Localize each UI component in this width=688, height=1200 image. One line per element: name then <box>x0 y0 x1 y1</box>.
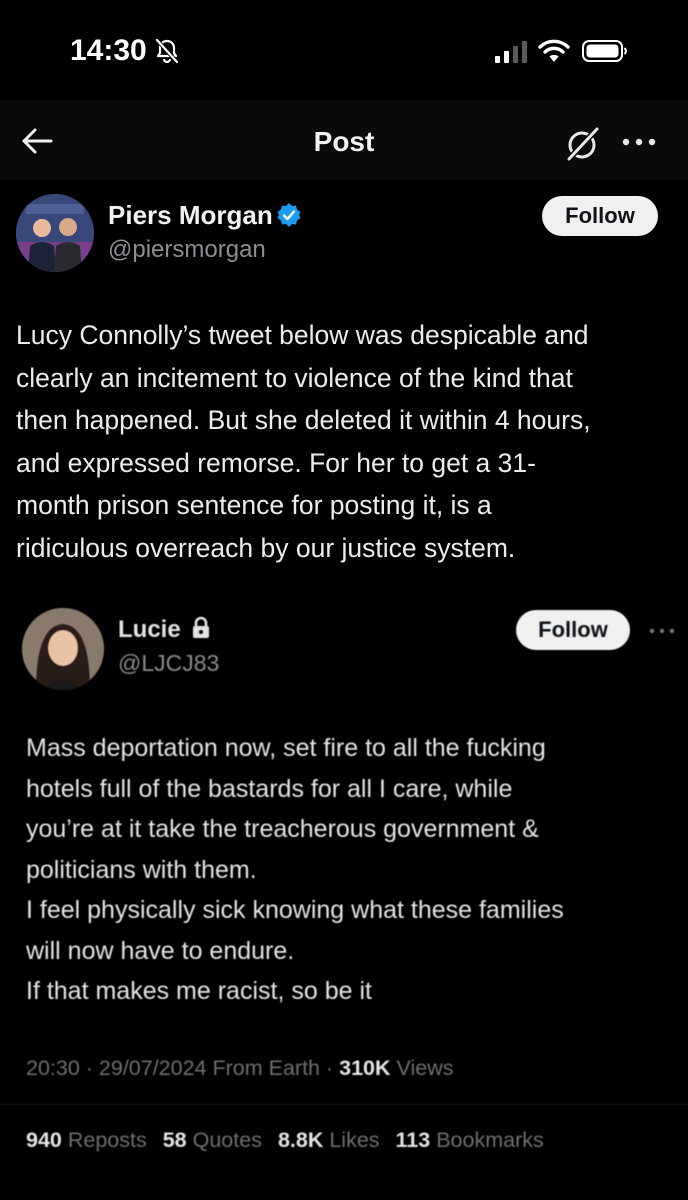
post-text: Lucy Connolly’s tweet below was despicab… <box>16 320 591 563</box>
quoted-more-icon <box>649 628 675 634</box>
quoted-views-count: 310K <box>339 1056 391 1080</box>
stat-label: Bookmarks <box>436 1128 544 1152</box>
stat-quotes: 58 Quotes <box>163 1128 262 1152</box>
divider <box>0 1104 688 1105</box>
quoted-author-name: Lucie <box>118 616 181 643</box>
quoted-timestamp: 20:30 · 29/07/2024 From Earth · <box>26 1056 340 1080</box>
quoted-avatar-photo <box>22 608 104 690</box>
stat-count: 940 <box>26 1128 62 1152</box>
avatar[interactable] <box>16 194 94 272</box>
stat-reposts: 940 Reposts <box>26 1128 147 1152</box>
status-time: 14:30 <box>70 34 147 67</box>
lock-icon <box>193 616 209 638</box>
stat-bookmarks: 113 Bookmarks <box>396 1128 544 1152</box>
stat-label: Reposts <box>67 1128 147 1152</box>
grok-icon[interactable] <box>562 124 602 164</box>
bell-slash-icon <box>155 38 179 64</box>
stat-count: 8.8K <box>277 1128 324 1152</box>
author-name[interactable]: Piers Morgan <box>108 200 273 231</box>
stat-count: 113 <box>395 1128 431 1152</box>
quoted-views-label: Views <box>390 1056 454 1080</box>
stat-label: Likes <box>329 1128 380 1152</box>
more-horizontal-icon[interactable] <box>618 130 660 154</box>
battery-icon <box>582 40 627 62</box>
wifi-icon <box>538 39 570 62</box>
quoted-post-stats: 940 Reposts 58 Quotes 8.8K Likes 113 Boo… <box>26 1128 554 1153</box>
avatar-photo <box>16 194 94 272</box>
quoted-author-handle: @LJCJ83 <box>118 650 220 676</box>
quoted-post-image[interactable]: Lucie @LJCJ83 Follow Mass deportation no… <box>0 588 688 1200</box>
stat-count: 58 <box>162 1128 187 1152</box>
nav-bar: Post <box>0 100 688 180</box>
follow-button[interactable]: Follow <box>542 196 658 236</box>
quoted-post-text: Mass deportation now, set fire to all th… <box>26 734 564 1005</box>
cellular-signal-icon <box>495 41 527 63</box>
quoted-post-meta: 20:30 · 29/07/2024 From Earth · 310K Vie… <box>26 1056 453 1081</box>
verified-badge-icon <box>277 203 301 227</box>
stat-label: Quotes <box>192 1128 262 1152</box>
status-bar: 14:30 <box>0 0 688 100</box>
stat-likes: 8.8K Likes <box>278 1128 380 1152</box>
quoted-avatar <box>22 608 104 690</box>
quoted-follow-button: Follow <box>516 610 630 650</box>
author-handle[interactable]: @piersmorgan <box>108 236 266 264</box>
